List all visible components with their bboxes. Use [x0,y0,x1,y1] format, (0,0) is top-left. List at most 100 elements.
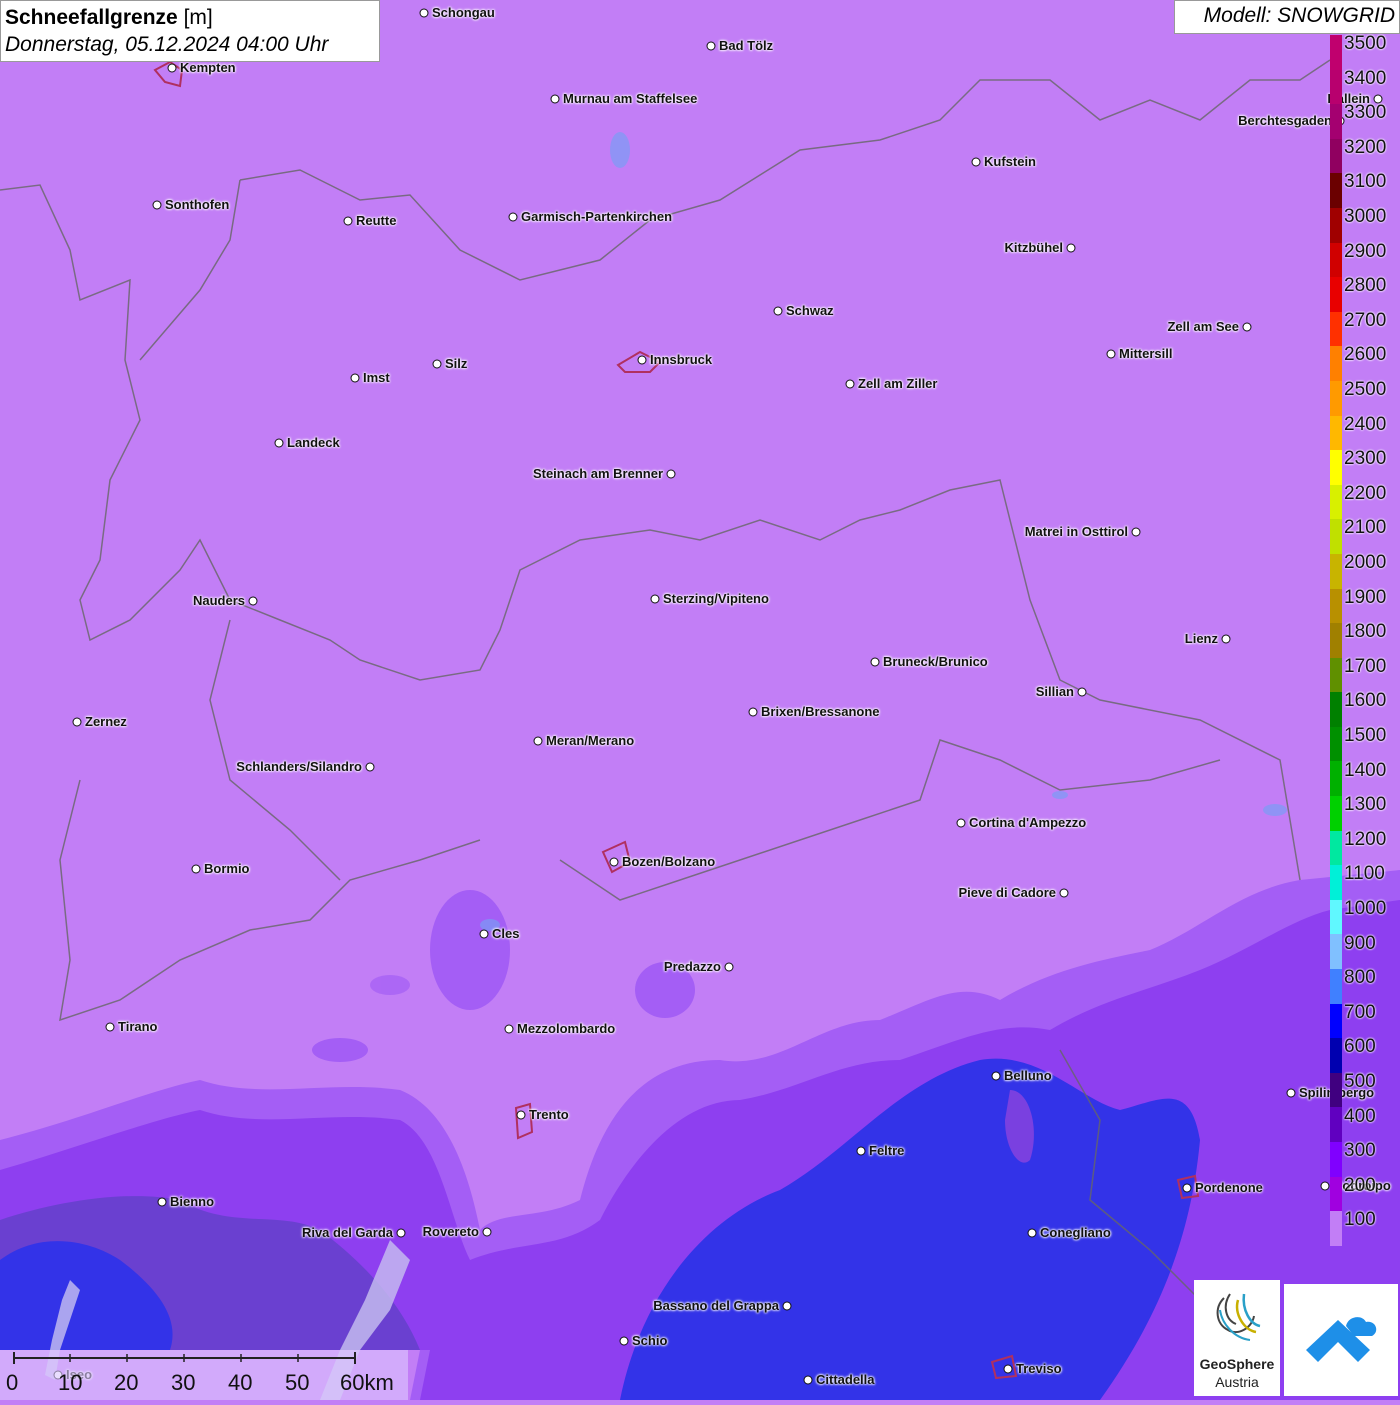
city-marker [191,864,201,874]
city-marker [1059,888,1069,898]
legend-label: 1800 [1344,621,1387,643]
city-marker [72,717,82,727]
legend-swatch [1330,1211,1342,1246]
city-marker [1242,322,1252,332]
legend-swatch [1330,726,1342,762]
city-label: Bruneck/Brunico [883,654,988,669]
city-label: Bozen/Bolzano [622,854,716,869]
legend-swatch [1330,553,1342,589]
city-marker [1182,1183,1192,1193]
city-marker [956,818,966,828]
city-label: Belluno [1004,1068,1052,1083]
city-label: Bad Tölz [719,38,774,53]
legend-swatch [1330,277,1342,312]
city-label: Schlanders/Silandro [236,759,362,774]
city-marker [248,596,258,606]
city-label: Feltre [869,1143,905,1158]
legend-label: 3300 [1344,102,1387,124]
legend-label: 2400 [1344,413,1387,435]
city-label: Treviso [1016,1361,1062,1376]
legend-swatch [1330,69,1342,105]
city-marker [1077,687,1087,697]
city-marker [396,1228,406,1238]
city-label: Cles [492,926,520,941]
legend-swatch [1330,1142,1342,1177]
legend-label: 400 [1344,1105,1376,1127]
legend-label: 2200 [1344,482,1387,504]
legend-swatch [1330,1038,1342,1073]
city-label: Bienno [170,1194,215,1209]
city-marker [274,438,284,448]
city-label: Matrei in Osttirol [1024,524,1128,539]
legend-swatch [1330,519,1342,554]
app-logo[interactable] [1284,1284,1398,1396]
city-label: Kempten [180,60,236,75]
city-label: Brixen/Bressanone [761,704,880,719]
legend-swatch [1330,415,1342,451]
legend-label: 600 [1344,1036,1376,1058]
city-marker [482,1227,492,1237]
legend-swatch [1330,934,1342,970]
cloud-arrow-icon [1306,1317,1377,1362]
city-marker [508,212,518,222]
geosphere-logo[interactable]: GeoSphere Austria [1194,1280,1280,1396]
city-label: Zell am Ziller [858,376,938,391]
scale-tick-label: 40 [228,1370,253,1395]
city-label: Tirano [118,1019,158,1034]
zone-purple-small [312,1038,368,1062]
city-marker [1027,1228,1037,1238]
legend-swatch [1330,173,1342,208]
city-marker [609,857,619,867]
city-marker [724,962,734,972]
legend-label: 1900 [1344,586,1387,608]
city-marker [365,762,375,772]
city-label: Predazzo [663,959,721,974]
legend-swatch [1330,1072,1342,1108]
legend-label: 1000 [1344,898,1387,919]
legend-label: 1200 [1344,828,1387,850]
city-marker [637,355,647,365]
legend-swatch [1330,692,1342,727]
geosphere-icon [1216,1293,1261,1341]
city-label: Bassano del Grappa [653,1298,779,1313]
city-marker [516,1110,526,1120]
map-title-unit: [m] [177,6,213,29]
legend-swatch [1330,657,1342,693]
legend-label: 2800 [1344,275,1387,297]
legend-label: 3400 [1344,67,1387,89]
legend-swatch [1330,450,1342,485]
legend-label: 500 [1344,1071,1376,1092]
city-marker [167,63,177,73]
city-marker [343,216,353,226]
city-marker [105,1022,115,1032]
city-marker [870,657,880,667]
city-label: Zell am See [1167,319,1239,334]
legend-label: 3000 [1344,206,1387,227]
legend-swatch [1330,1176,1342,1212]
legend-label: 1500 [1344,725,1387,746]
legend-swatch [1330,1107,1342,1142]
city-label: Steinach am Brenner [532,466,663,481]
city-marker [550,94,560,104]
city-marker [1320,1181,1330,1191]
city-marker [845,379,855,389]
city-marker [432,359,442,369]
map-title: Schneefallgrenze [m] [5,4,375,32]
legend-swatch [1330,796,1342,831]
city-marker [619,1336,629,1346]
scale-tick-label: 0 [6,1370,19,1395]
logo-country: Austria [1215,1374,1259,1390]
city-marker [666,469,676,479]
legend-colorbar [1330,35,1342,1246]
legend-label: 200 [1344,1174,1376,1196]
legend-label: 1400 [1344,759,1387,781]
legend-swatch [1330,588,1342,624]
legend-label: 2600 [1344,344,1387,366]
city-marker [1131,527,1141,537]
city-label: Rovereto [422,1224,479,1239]
legend-label: 1700 [1344,655,1387,677]
city-marker [782,1301,792,1311]
legend-label: 3500 [1344,33,1387,54]
scale-tick-label: 30 [171,1370,196,1395]
scale-tick-label: 10 [58,1370,83,1395]
